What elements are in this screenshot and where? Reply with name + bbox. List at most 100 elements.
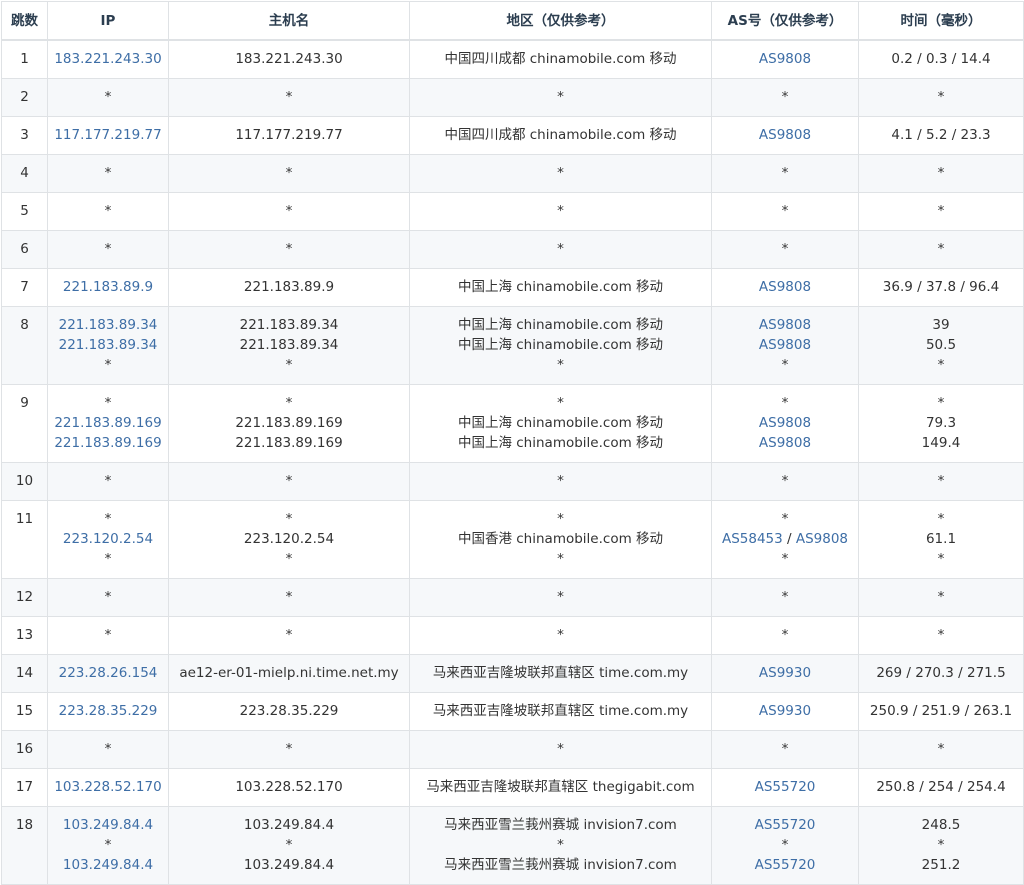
ip-link[interactable]: 223.28.26.154 — [49, 663, 168, 683]
region-text: * — [557, 357, 564, 373]
region-text: * — [557, 589, 564, 605]
as-cell: AS9808 AS9808 * — [711, 306, 859, 385]
region-text: * — [557, 241, 564, 257]
ip-link[interactable]: 183.221.243.30 — [49, 49, 168, 69]
hop-number: 11 — [1, 500, 48, 579]
header-hostname: 主机名 — [168, 1, 410, 41]
ip-placeholder: * — [104, 511, 112, 527]
as-placeholder: * — [781, 241, 789, 257]
as-link[interactable]: AS55720 — [755, 817, 816, 833]
as-cell: AS9808 — [711, 268, 859, 307]
ip-link[interactable]: 103.249.84.4 — [49, 815, 168, 835]
hostname-cell: * — [168, 154, 410, 193]
ip-placeholder: * — [104, 89, 112, 105]
as-link[interactable]: AS55720 — [755, 857, 816, 873]
ip-link[interactable]: 221.183.89.169 — [49, 413, 168, 433]
as-line: AS55720 — [713, 815, 858, 835]
ip-link[interactable]: 103.228.52.170 — [49, 777, 168, 797]
hostname-text: * — [285, 203, 293, 219]
as-line: AS9808 — [713, 49, 858, 69]
table-row: 2 * * * * * — [1, 78, 1024, 117]
as-link[interactable]: AS9808 — [796, 531, 848, 547]
ip-link[interactable]: 103.249.84.4 — [49, 855, 168, 875]
time-text: 79.3 — [925, 415, 957, 431]
as-cell: * — [711, 78, 859, 117]
time-cell: * — [858, 730, 1024, 769]
ip-cell: * 223.120.2.54 * — [47, 500, 169, 579]
hostname-text: 221.183.89.34 — [239, 317, 339, 333]
ip-link[interactable]: 221.183.89.34 — [49, 315, 168, 335]
ip-link[interactable]: 221.183.89.34 — [49, 335, 168, 355]
ip-placeholder: * — [104, 357, 112, 373]
as-line: AS9808 — [713, 433, 858, 453]
time-cell: 250.8 / 254 / 254.4 — [858, 768, 1024, 807]
region-text: 中国香港 chinamobile.com 移动 — [457, 531, 664, 547]
time-text: * — [937, 511, 945, 527]
ip-cell: 183.221.243.30 — [47, 39, 169, 79]
region-text: 中国四川成都 chinamobile.com 移动 — [444, 127, 677, 143]
as-link[interactable]: AS9808 — [759, 317, 811, 333]
ip-placeholder: * — [104, 627, 112, 643]
table-row: 17 103.228.52.170 103.228.52.170 马来西亚吉隆坡联邦直… — [1, 768, 1024, 807]
hostname-text: 103.228.52.170 — [235, 779, 343, 795]
time-text: 251.2 — [921, 857, 961, 873]
time-text: 0.2 / 0.3 / 14.4 — [891, 51, 991, 67]
as-link[interactable]: AS9808 — [759, 279, 811, 295]
as-cell: AS9930 — [711, 654, 859, 693]
ip-cell: 221.183.89.34 221.183.89.34 * — [47, 306, 169, 385]
table-row: 8 221.183.89.34 221.183.89.34 * 221.183.89.3… — [1, 306, 1024, 385]
region-cell: 马来西亚吉隆坡联邦直辖区 time.com.my — [409, 654, 712, 693]
hostname-text: 221.183.89.34 — [239, 337, 339, 353]
as-link[interactable]: AS9808 — [759, 415, 811, 431]
hostname-cell: * — [168, 578, 410, 617]
time-cell: 36.9 / 37.8 / 96.4 — [858, 268, 1024, 307]
ip-placeholder: * — [104, 837, 112, 853]
ip-link[interactable]: 117.177.219.77 — [49, 125, 168, 145]
as-placeholder: * — [781, 511, 789, 527]
as-link[interactable]: AS58453 — [722, 531, 783, 547]
hostname-text: * — [285, 395, 293, 411]
table-row: 11 * 223.120.2.54 * * 223.120.2.54 * * 中国香港 chin… — [1, 500, 1024, 579]
ip-cell: * — [47, 192, 169, 231]
as-link[interactable]: AS55720 — [755, 779, 816, 795]
hostname-text: * — [285, 589, 293, 605]
hop-number: 16 — [1, 730, 48, 769]
region-text: 中国上海 chinamobile.com 移动 — [457, 435, 664, 451]
as-link[interactable]: AS9808 — [759, 337, 811, 353]
hostname-text: 223.28.35.229 — [239, 703, 339, 719]
region-text: * — [557, 395, 564, 411]
ip-link[interactable]: 223.120.2.54 — [49, 529, 168, 549]
hostname-cell: 103.249.84.4 * 103.249.84.4 — [168, 806, 410, 885]
ip-cell: 103.249.84.4 * 103.249.84.4 — [47, 806, 169, 885]
ip-link[interactable]: 221.183.89.169 — [49, 433, 168, 453]
as-link[interactable]: AS9930 — [759, 665, 811, 681]
as-link[interactable]: AS9808 — [759, 435, 811, 451]
hostname-text: 223.120.2.54 — [243, 531, 335, 547]
time-text: 61.1 — [925, 531, 957, 547]
region-cell: 马来西亚吉隆坡联邦直辖区 time.com.my — [409, 692, 712, 731]
region-text: * — [557, 89, 564, 105]
region-text: 中国上海 chinamobile.com 移动 — [457, 337, 664, 353]
as-link[interactable]: AS9808 — [759, 127, 811, 143]
ip-link[interactable]: 221.183.89.9 — [49, 277, 168, 297]
as-cell: * — [711, 730, 859, 769]
region-cell: * 中国上海 chinamobile.com 移动 中国上海 chinamobile… — [409, 384, 712, 463]
time-text: 250.9 / 251.9 / 263.1 — [869, 703, 1013, 719]
hop-number: 2 — [1, 78, 48, 117]
as-cell: * AS58453 / AS9808 * — [711, 500, 859, 579]
ip-link[interactable]: 223.28.35.229 — [49, 701, 168, 721]
time-text: 4.1 / 5.2 / 23.3 — [891, 127, 991, 143]
as-cell: * AS9808 AS9808 — [711, 384, 859, 463]
time-text: * — [937, 589, 945, 605]
region-cell: 马来西亚吉隆坡联邦直辖区 thegigabit.com — [409, 768, 712, 807]
as-link[interactable]: AS9930 — [759, 703, 811, 719]
region-text: 马来西亚吉隆坡联邦直辖区 time.com.my — [432, 665, 689, 681]
hostname-cell: 221.183.89.9 — [168, 268, 410, 307]
header-time: 时间（毫秒） — [858, 1, 1024, 41]
as-link[interactable]: AS9808 — [759, 51, 811, 67]
region-cell: 中国四川成都 chinamobile.com 移动 — [409, 116, 712, 155]
time-text: 50.5 — [925, 337, 957, 353]
ip-cell: * — [47, 616, 169, 655]
as-line: * — [713, 625, 858, 645]
hostname-text: * — [285, 627, 293, 643]
